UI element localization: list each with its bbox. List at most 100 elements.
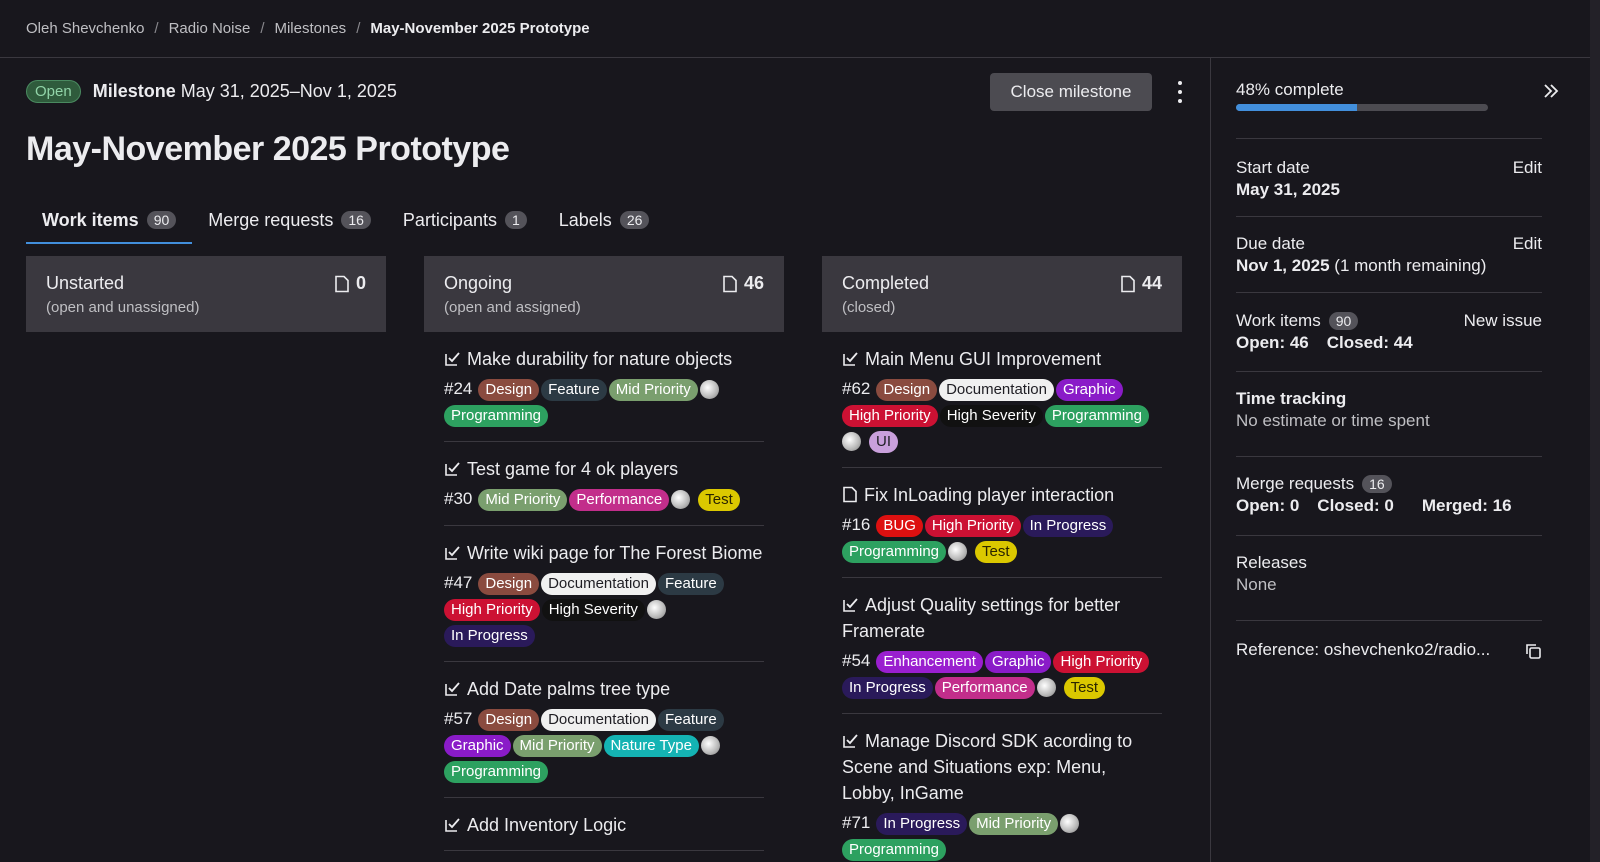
work-item-title[interactable]: Fix InLoading player interaction — [842, 482, 1162, 508]
label-badge[interactable]: Graphic — [444, 735, 511, 757]
tab-work-items[interactable]: Work items 90 — [26, 198, 193, 244]
assignee-avatar[interactable] — [699, 379, 719, 399]
label-badge[interactable]: High Priority — [924, 515, 1021, 537]
label-badge[interactable]: UI — [869, 431, 898, 453]
label-badge[interactable]: In Progress — [444, 625, 535, 647]
label-badge[interactable]: High Severity — [541, 599, 645, 621]
edit-start-date-button[interactable]: Edit — [1513, 158, 1542, 178]
assignee-avatar[interactable] — [701, 735, 720, 755]
new-issue-link[interactable]: New issue — [1464, 311, 1542, 331]
column-count-value: 46 — [743, 273, 764, 293]
label-badge[interactable]: In Progress — [876, 813, 968, 835]
label-badge[interactable]: Programming — [842, 541, 947, 563]
label-badge[interactable]: Feature — [541, 379, 607, 401]
label-badge[interactable]: Design — [478, 379, 540, 401]
work-item-title[interactable]: Write wiki page for The Forest Biome — [444, 540, 764, 566]
work-item-title[interactable]: Manage Discord SDK acording to Scene and… — [842, 728, 1162, 806]
label-badge[interactable]: High Priority — [1053, 651, 1150, 673]
label-badge[interactable]: Enhancement — [876, 651, 983, 673]
label-badge[interactable]: Mid Priority — [969, 813, 1059, 835]
label-badge[interactable]: Test — [1063, 677, 1106, 699]
work-item-iid[interactable]: #71 — [842, 813, 870, 832]
label-badge[interactable]: Mid Priority — [608, 379, 698, 401]
label-badge[interactable]: In Progress — [842, 677, 933, 699]
edit-due-date-button[interactable]: Edit — [1513, 234, 1542, 254]
work-item-iid[interactable]: #57 — [444, 709, 472, 728]
assignee-avatar[interactable] — [1060, 813, 1080, 833]
work-item-iid[interactable]: #62 — [842, 379, 870, 398]
column-count-value: 44 — [1141, 273, 1162, 293]
column-subtitle: (open and assigned) — [444, 299, 581, 316]
label-badge[interactable]: Documentation — [541, 573, 656, 595]
work-item-iid[interactable]: #30 — [444, 489, 472, 508]
label-badge[interactable]: Graphic — [1055, 379, 1123, 401]
work-item-title[interactable]: Add Inventory Logic — [444, 812, 764, 838]
time-tracking-value: No estimate or time spent — [1236, 411, 1430, 430]
work-item-title-text: Write wiki page for The Forest Biome — [467, 543, 763, 563]
work-item-card[interactable]: Add Inventory Logic — [444, 798, 764, 851]
tab-merge-requests[interactable]: Merge requests 16 — [192, 198, 387, 242]
label-badge[interactable]: Mid Priority — [512, 735, 602, 757]
assignee-avatar[interactable] — [646, 599, 666, 619]
work-item-card[interactable]: Add Date palms tree type #57 Design Documen… — [444, 662, 764, 798]
label-badge[interactable]: BUG — [876, 515, 923, 537]
work-item-title[interactable]: Main Menu GUI Improvement — [842, 346, 1162, 372]
work-item-card[interactable]: Main Menu GUI Improvement #62 Design Docume… — [842, 332, 1162, 468]
label-badge[interactable]: Documentation — [541, 709, 656, 731]
label-badge[interactable]: Design — [478, 709, 540, 731]
column-count: 44 — [1120, 273, 1162, 294]
label-badge[interactable]: Design — [478, 573, 540, 595]
label-badge[interactable]: Test — [975, 541, 1017, 563]
label-badge[interactable]: Documentation — [939, 379, 1054, 401]
work-item-iid[interactable]: #47 — [444, 573, 472, 592]
assignee-avatar[interactable] — [842, 431, 861, 451]
work-item-title[interactable]: Add Date palms tree type — [444, 676, 764, 702]
label-badge[interactable]: Programming — [1044, 405, 1149, 427]
breadcrumb-item-milestones[interactable]: Milestones — [274, 20, 346, 37]
work-item-title[interactable]: Adjust Quality settings for better Frame… — [842, 592, 1162, 644]
label-badge[interactable]: Test — [698, 489, 740, 511]
breadcrumb-item-current[interactable]: May-November 2025 Prototype — [370, 20, 589, 37]
work-item-card[interactable]: Test game for 4 ok players #30 Mid Priorit… — [444, 442, 764, 526]
work-item-iid[interactable]: #54 — [842, 651, 870, 670]
label-badge[interactable]: Feature — [657, 709, 724, 731]
assignee-avatar[interactable] — [948, 541, 968, 561]
work-item-title[interactable]: Make durability for nature objects — [444, 346, 764, 372]
work-item-title-text: Main Menu GUI Improvement — [865, 349, 1102, 369]
work-item-card[interactable]: Make durability for nature objects #24 Des… — [444, 332, 764, 442]
assignee-avatar[interactable] — [1036, 677, 1056, 697]
assignee-avatar[interactable] — [671, 489, 691, 509]
label-badge[interactable]: High Priority — [444, 599, 540, 621]
more-actions-icon[interactable] — [1172, 78, 1188, 106]
tab-labels[interactable]: Labels 26 — [543, 198, 666, 242]
work-item-card[interactable]: Adjust Quality settings for better Frame… — [842, 578, 1162, 714]
work-item-iid[interactable]: #24 — [444, 379, 472, 398]
label-badge[interactable]: Performance — [934, 677, 1035, 699]
collapse-sidebar-icon[interactable] — [1542, 82, 1560, 100]
label-badge[interactable]: Nature Type — [603, 735, 699, 757]
work-item-title[interactable]: Test game for 4 ok players — [444, 456, 764, 482]
breadcrumb-item-owner[interactable]: Oleh Shevchenko — [26, 20, 144, 37]
work-item-card[interactable]: Fix InLoading player interaction #16 BUG Hi… — [842, 468, 1162, 578]
label-badge[interactable]: Design — [876, 379, 938, 401]
label-badge[interactable]: High Priority — [842, 405, 938, 427]
label-badge[interactable]: Mid Priority — [478, 489, 568, 511]
work-item-iid[interactable]: #16 — [842, 515, 870, 534]
copy-icon[interactable] — [1524, 642, 1542, 660]
label-badge[interactable]: Programming — [444, 405, 549, 427]
close-milestone-button[interactable]: Close milestone — [990, 73, 1152, 111]
label-badge[interactable]: Feature — [657, 573, 724, 595]
scrollbar[interactable] — [1590, 0, 1600, 862]
label-badge[interactable]: Performance — [569, 489, 670, 511]
work-item-labels: #16 BUG High Priority In Progress Programmin… — [842, 512, 1162, 565]
label-badge[interactable]: In Progress — [1022, 515, 1114, 537]
label-badge[interactable]: Programming — [444, 761, 549, 783]
work-item-card[interactable]: Write wiki page for The Forest Biome #47 D… — [444, 526, 764, 662]
tab-participants[interactable]: Participants 1 — [387, 198, 543, 242]
breadcrumb-item-project[interactable]: Radio Noise — [169, 20, 251, 37]
work-item-card[interactable]: Manage Discord SDK acording to Scene and… — [842, 714, 1162, 862]
milestone-label: Milestone — [92, 81, 176, 101]
label-badge[interactable]: Programming — [842, 839, 947, 861]
label-badge[interactable]: Graphic — [984, 651, 1052, 673]
label-badge[interactable]: High Severity — [939, 405, 1043, 427]
